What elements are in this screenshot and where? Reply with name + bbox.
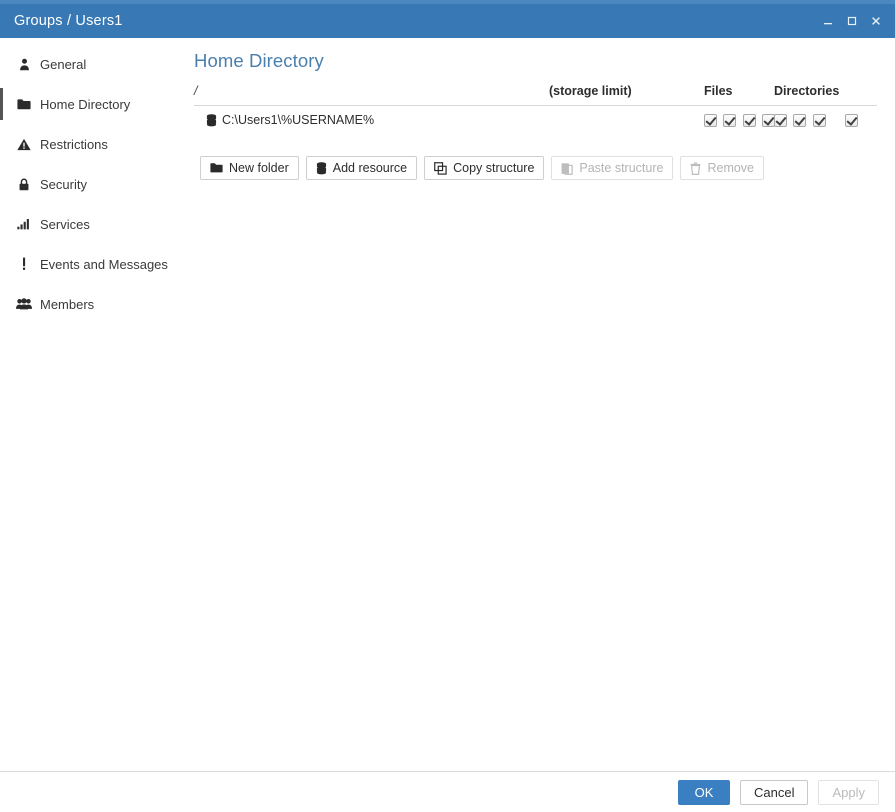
remove-button[interactable]: Remove [680, 156, 765, 181]
sidebar-item-services[interactable]: Services [0, 204, 186, 244]
sidebar-item-home-directory[interactable]: Home Directory [0, 84, 186, 124]
sidebar-item-label: Services [40, 216, 90, 232]
files-permission-checkbox-1[interactable] [704, 114, 717, 128]
directories-permission-checkbox-2[interactable] [793, 114, 807, 128]
directories-permission-checkbox-4[interactable] [845, 114, 859, 128]
window-controls [817, 4, 887, 38]
window-titlebar: Groups / Users1 [0, 4, 895, 38]
maximize-button[interactable] [841, 8, 863, 34]
resource-storage-limit-cell [549, 106, 704, 134]
folder-icon [210, 162, 223, 174]
close-button[interactable] [865, 8, 887, 34]
minimize-button[interactable] [817, 8, 839, 34]
trash-icon [690, 162, 701, 175]
resource-path-cell: C:\Users1\%USERNAME% [194, 106, 549, 134]
sidebar-item-events-and-messages[interactable]: Events and Messages [0, 244, 186, 284]
lock-icon [14, 178, 34, 191]
table-row[interactable]: C:\Users1\%USERNAME% [194, 106, 877, 134]
paste-icon [561, 162, 574, 175]
warning-triangle-icon [14, 138, 34, 151]
button-label: Add resource [332, 161, 408, 176]
sidebar-item-label: Members [40, 296, 95, 312]
button-label: Remove [707, 161, 755, 176]
cancel-button[interactable]: Cancel [740, 779, 809, 805]
paste-structure-button[interactable]: Paste structure [551, 156, 674, 181]
directories-permissions-cell [774, 106, 877, 134]
files-permission-checkbox-3[interactable] [742, 114, 756, 128]
column-header-path: / [194, 84, 549, 106]
window-title: Groups / Users1 [14, 13, 123, 29]
dialog-footer: OK Cancel Apply [0, 771, 895, 812]
resource-toolbar: New folder Add resource Copy structure P… [194, 156, 877, 181]
files-permission-checkbox-2[interactable] [723, 114, 737, 128]
sidebar-item-label: Events and Messages [40, 256, 168, 272]
page-title: Home Directory [194, 50, 324, 71]
table-header-row: / (storage limit) Files Directories [194, 84, 877, 106]
database-stack-icon [206, 113, 217, 127]
users-group-icon [14, 298, 34, 310]
sidebar-item-label: Home Directory [40, 96, 131, 112]
resource-path-text: C:\Users1\%USERNAME% [222, 113, 375, 128]
sidebar-item-security[interactable]: Security [0, 164, 186, 204]
sidebar-item-members[interactable]: Members [0, 284, 186, 324]
column-header-directories: Directories [774, 84, 877, 106]
column-header-files: Files [704, 84, 774, 106]
button-label: Paste structure [579, 161, 664, 176]
sidebar-item-restrictions[interactable]: Restrictions [0, 124, 186, 164]
database-stack-icon [316, 161, 327, 175]
copy-icon [434, 161, 447, 175]
exclamation-icon [14, 257, 34, 271]
button-label: New folder [229, 161, 289, 176]
user-icon [14, 58, 34, 71]
window-content: General Home Directory Restrictions Secu… [0, 38, 895, 776]
new-folder-button[interactable]: New folder [200, 156, 299, 181]
signal-bars-icon [14, 218, 34, 230]
main-panel: Home Directory / (storage limit) Files D… [186, 38, 895, 776]
sidebar-item-label: Restrictions [40, 136, 108, 152]
folder-icon [14, 98, 34, 111]
directories-permission-checkbox-1[interactable] [774, 114, 787, 128]
files-permissions-cell [704, 106, 776, 134]
sidebar-nav: General Home Directory Restrictions Secu… [0, 38, 186, 776]
sidebar-item-label: Security [40, 176, 87, 192]
add-resource-button[interactable]: Add resource [305, 156, 418, 181]
sidebar-item-label: General [40, 56, 87, 72]
home-directory-table: / (storage limit) Files Directories C:\U… [194, 84, 877, 133]
column-header-storage-limit: (storage limit) [549, 84, 704, 106]
apply-button[interactable]: Apply [818, 779, 879, 805]
ok-button[interactable]: OK [678, 779, 730, 805]
copy-structure-button[interactable]: Copy structure [424, 156, 545, 181]
sidebar-item-general[interactable]: General [0, 44, 186, 84]
directories-permission-checkbox-3[interactable] [812, 114, 826, 128]
button-label: Copy structure [453, 161, 535, 176]
